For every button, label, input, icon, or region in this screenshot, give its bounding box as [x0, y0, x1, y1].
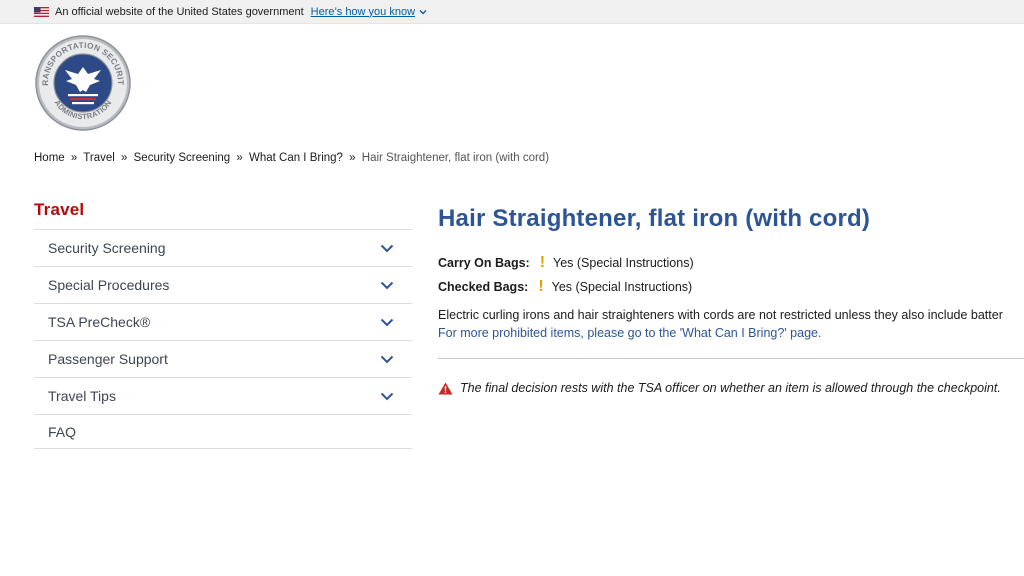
- sidebar-nav: Travel Security Screening Special Proced…: [34, 200, 412, 449]
- disclaimer-notice: The final decision rests with the TSA of…: [438, 381, 1024, 395]
- divider: [438, 358, 1024, 359]
- breadcrumb-security-screening[interactable]: Security Screening: [134, 152, 231, 164]
- checked-bags-label: Checked Bags:: [438, 280, 529, 294]
- warning-icon: [438, 382, 453, 394]
- sidebar-item-label: Passenger Support: [48, 351, 168, 367]
- sidebar-item-label: FAQ: [48, 423, 77, 440]
- breadcrumb-home[interactable]: Home: [34, 152, 65, 164]
- sidebar-item-label: Security Screening: [48, 240, 166, 256]
- checked-bags-value: Yes (Special Instructions): [551, 280, 693, 294]
- carry-on-label: Carry On Bags:: [438, 256, 530, 270]
- sidebar-item-special-procedures[interactable]: Special Procedures: [34, 266, 412, 303]
- carry-on-row: Carry On Bags: ! Yes (Special Instructio…: [438, 251, 1024, 275]
- gov-banner-text: An official website of the United States…: [55, 5, 304, 18]
- breadcrumb: Home » Travel » Security Screening » Wha…: [34, 152, 549, 164]
- breadcrumb-separator: »: [121, 152, 128, 164]
- page-title: Hair Straightener, flat iron (with cord): [438, 205, 871, 232]
- chevron-down-icon[interactable]: [380, 244, 394, 253]
- chevron-down-icon[interactable]: [380, 318, 394, 327]
- chevron-down-icon[interactable]: [380, 355, 394, 364]
- gov-banner: An official website of the United States…: [0, 0, 1024, 24]
- sidebar-item-passenger-support[interactable]: Passenger Support: [34, 340, 412, 377]
- sidebar-item-security-screening[interactable]: Security Screening: [34, 229, 412, 266]
- heres-how-you-know-label: Here’s how you know: [310, 5, 416, 18]
- checked-bags-row: Checked Bags: ! Yes (Special Instruction…: [438, 275, 1024, 299]
- tsa-logo[interactable]: TRANSPORTATION SECURITY ADMINISTRATION: [34, 34, 132, 132]
- sidebar-item-faq[interactable]: FAQ: [34, 414, 412, 449]
- item-description: Electric curling irons and hair straight…: [438, 308, 1003, 322]
- chevron-down-icon[interactable]: [380, 281, 394, 290]
- exclamation-icon: !: [539, 254, 546, 271]
- sidebar-item-label: Travel Tips: [48, 388, 116, 404]
- carry-on-value: Yes (Special Instructions): [553, 256, 694, 270]
- exclamation-icon: !: [538, 278, 544, 295]
- breadcrumb-current: Hair Straightener, flat iron (with cord): [361, 152, 550, 164]
- prohibited-items-link[interactable]: For more prohibited items, please go to …: [438, 326, 1024, 340]
- breadcrumb-separator: »: [70, 152, 78, 164]
- sidebar-item-label: Special Procedures: [48, 277, 170, 293]
- us-flag-icon: [34, 6, 49, 17]
- sidebar-item-tsa-precheck[interactable]: TSA PreCheck®: [34, 303, 412, 340]
- sidebar-item-travel-tips[interactable]: Travel Tips: [34, 377, 412, 414]
- sidebar-title[interactable]: Travel: [34, 200, 412, 229]
- breadcrumb-what-can-i-bring[interactable]: What Can I Bring?: [249, 152, 343, 164]
- chevron-down-icon: [419, 9, 427, 14]
- breadcrumb-separator: »: [349, 152, 356, 164]
- breadcrumb-separator: »: [236, 152, 243, 164]
- chevron-down-icon[interactable]: [380, 392, 394, 401]
- heres-how-you-know-link[interactable]: Here’s how you know: [311, 6, 427, 18]
- disclaimer-text: The final decision rests with the TSA of…: [460, 381, 1001, 395]
- sidebar-item-label: TSA PreCheck®: [48, 314, 151, 330]
- breadcrumb-travel[interactable]: Travel: [83, 152, 115, 164]
- main-content: Hair Straightener, flat iron (with cord)…: [438, 205, 1024, 395]
